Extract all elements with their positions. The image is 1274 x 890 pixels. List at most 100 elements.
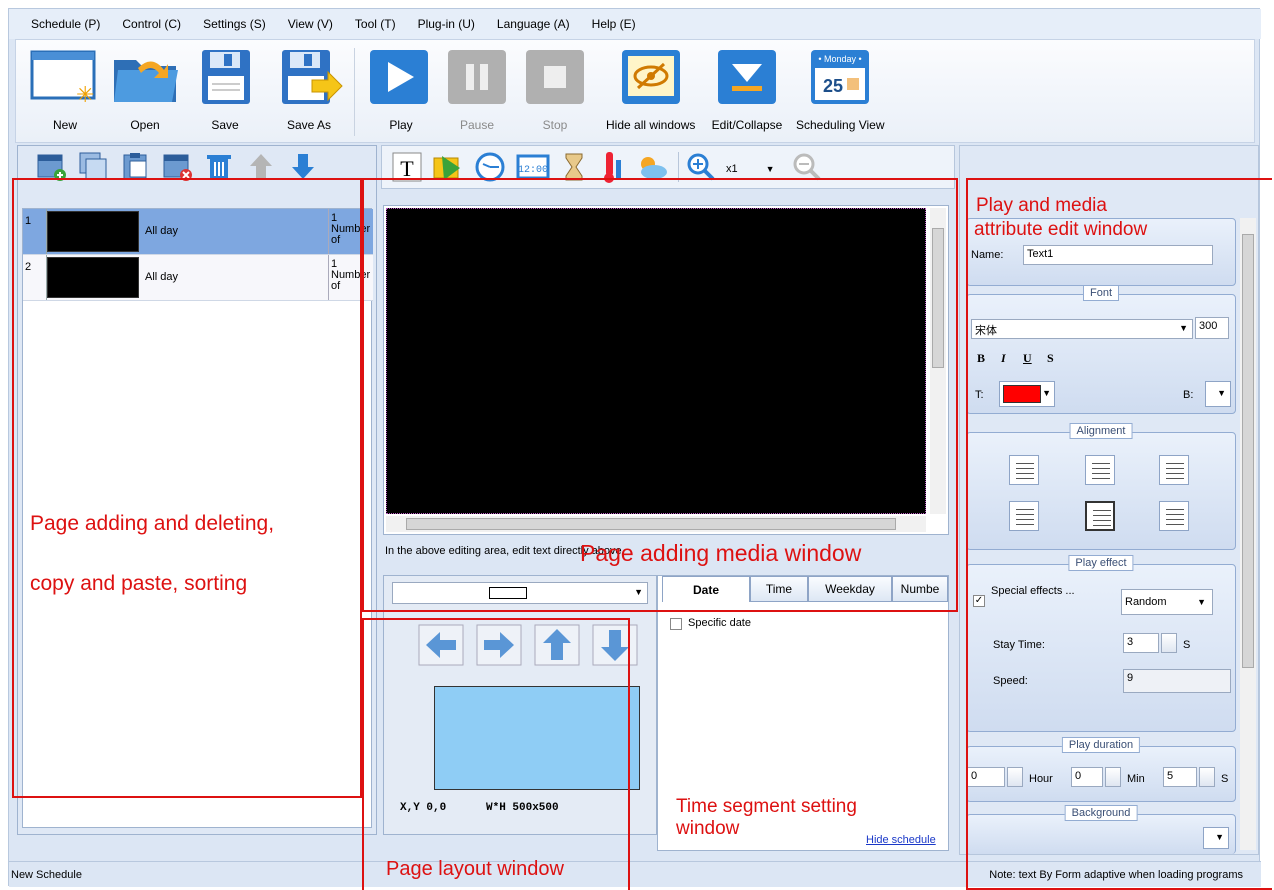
menu-control[interactable]: Control (C): [122, 17, 181, 31]
clock-media-icon[interactable]: [474, 152, 506, 182]
align-top-right-button[interactable]: [1159, 455, 1189, 485]
move-up-button[interactable]: [244, 151, 278, 181]
bold-button[interactable]: B: [977, 351, 985, 366]
layout-preview-area[interactable]: [434, 686, 640, 790]
vertical-scrollbar[interactable]: [930, 208, 946, 514]
alignment-group-title: Alignment: [1069, 423, 1133, 439]
menu-plugin[interactable]: Plug-in (U): [418, 17, 475, 31]
arrow-up-icon[interactable]: [534, 624, 580, 666]
back-color-picker[interactable]: ▼: [1205, 381, 1231, 407]
save-as-button[interactable]: Save As: [272, 46, 346, 132]
arrow-down-icon[interactable]: [592, 624, 638, 666]
collapse-icon: [710, 46, 784, 108]
second-label: S: [1221, 773, 1229, 785]
horizontal-scrollbar[interactable]: [386, 516, 926, 532]
align-middle-left-button[interactable]: [1009, 501, 1039, 531]
pause-button[interactable]: Pause: [440, 46, 514, 132]
tab-time[interactable]: Time: [750, 576, 808, 602]
special-effects-checkbox[interactable]: ✓: [973, 595, 985, 607]
scroll-thumb[interactable]: [1242, 234, 1254, 668]
edit-collapse-button[interactable]: Edit/Collapse: [710, 46, 784, 132]
delete-page-button[interactable]: [202, 151, 236, 181]
zoom-out-icon[interactable]: [792, 152, 822, 182]
page-thumbnail: [47, 257, 139, 298]
preview-canvas[interactable]: [386, 208, 926, 514]
align-middle-center-button[interactable]: [1085, 501, 1115, 531]
play-icon: [364, 46, 438, 108]
layout-select[interactable]: ▼: [392, 582, 648, 604]
hide-schedule-link[interactable]: Hide schedule: [866, 834, 936, 846]
scroll-thumb[interactable]: [406, 518, 896, 530]
chevron-down-icon: ▼: [765, 164, 775, 174]
add-page-button[interactable]: [34, 151, 68, 181]
page-row[interactable]: 1 All day 1 Number of: [23, 209, 373, 255]
scheduling-view-button[interactable]: • Monday • 25 Scheduling View: [796, 46, 885, 132]
text-color-picker[interactable]: ▼: [999, 381, 1055, 407]
hour-stepper[interactable]: [1007, 767, 1023, 787]
digital-clock-icon[interactable]: 12:00: [516, 152, 550, 182]
strikethrough-button[interactable]: S: [1047, 351, 1054, 366]
chevron-down-icon: ▼: [1217, 388, 1226, 398]
name-input[interactable]: Text1: [1023, 245, 1213, 265]
second-stepper[interactable]: [1199, 767, 1215, 787]
save-button[interactable]: Save: [188, 46, 262, 132]
new-button[interactable]: ✳ New: [28, 46, 102, 132]
background-picker[interactable]: ▼: [1203, 827, 1229, 849]
align-top-left-button[interactable]: [1009, 455, 1039, 485]
menu-schedule[interactable]: Schedule (P): [31, 17, 100, 31]
open-button[interactable]: Open: [108, 46, 182, 132]
weather-icon[interactable]: [634, 152, 670, 182]
tab-weekday[interactable]: Weekday: [808, 576, 892, 602]
paste-page-button[interactable]: [118, 151, 152, 181]
font-select[interactable]: 宋体 ▼: [971, 319, 1193, 339]
stay-time-input[interactable]: 3: [1123, 633, 1159, 653]
hide-all-windows-button[interactable]: Hide all windows: [606, 46, 695, 132]
move-down-button[interactable]: [286, 151, 320, 181]
copy-icon: [79, 152, 107, 180]
menu-language[interactable]: Language (A): [497, 17, 570, 31]
menu-tool[interactable]: Tool (T): [355, 17, 396, 31]
scroll-thumb[interactable]: [932, 228, 944, 368]
properties-panel: Name: Text1 Font 宋体 ▼ 300 B I U S T: ▼ B:…: [959, 145, 1259, 855]
remove-page-icon: [163, 154, 192, 181]
status-left-text: New Schedule: [11, 868, 82, 881]
text-media-icon[interactable]: T: [392, 152, 422, 182]
italic-button[interactable]: I: [1001, 351, 1006, 366]
special-effects-label: Special effects ...: [991, 585, 1075, 597]
menu-help[interactable]: Help (E): [592, 17, 636, 31]
minute-input[interactable]: 0: [1071, 767, 1103, 787]
stop-button[interactable]: Stop: [518, 46, 592, 132]
align-top-center-button[interactable]: [1085, 455, 1115, 485]
page-list-panel: 1 All day 1 Number of 2 All day 1 Number…: [17, 145, 377, 835]
stop-icon: [518, 46, 592, 108]
tab-number[interactable]: Numbe: [892, 576, 948, 602]
arrow-left-icon[interactable]: [418, 624, 464, 666]
copy-page-button[interactable]: [76, 151, 110, 181]
specific-date-checkbox[interactable]: [670, 618, 682, 630]
menu-settings[interactable]: Settings (S): [203, 17, 266, 31]
zoom-select[interactable]: x1 ▼: [722, 159, 788, 179]
stay-time-stepper[interactable]: [1161, 633, 1177, 653]
properties-scrollbar[interactable]: [1240, 218, 1256, 850]
play-button[interactable]: Play: [364, 46, 438, 132]
special-effects-select[interactable]: Random ▼: [1121, 589, 1213, 615]
delete-page-content-button[interactable]: [160, 151, 194, 181]
page-list[interactable]: 1 All day 1 Number of 2 All day 1 Number…: [22, 208, 373, 828]
zoom-in-icon[interactable]: [686, 152, 716, 182]
arrow-right-icon[interactable]: [476, 624, 522, 666]
align-middle-right-button[interactable]: [1159, 501, 1189, 531]
page-row[interactable]: 2 All day 1 Number of: [23, 255, 373, 301]
hour-input[interactable]: 0: [967, 767, 1005, 787]
speed-input[interactable]: 9: [1123, 669, 1231, 693]
page-index: 1: [23, 209, 47, 254]
hourglass-icon[interactable]: [560, 152, 588, 182]
font-size-input[interactable]: 300: [1195, 317, 1229, 339]
underline-button[interactable]: U: [1023, 351, 1032, 366]
minute-stepper[interactable]: [1105, 767, 1121, 787]
second-input[interactable]: 5: [1163, 767, 1197, 787]
tab-date[interactable]: Date: [662, 576, 750, 602]
menu-view[interactable]: View (V): [288, 17, 333, 31]
font-name: 宋体: [975, 325, 997, 337]
image-media-icon[interactable]: [432, 152, 464, 182]
temperature-icon[interactable]: [596, 150, 626, 184]
